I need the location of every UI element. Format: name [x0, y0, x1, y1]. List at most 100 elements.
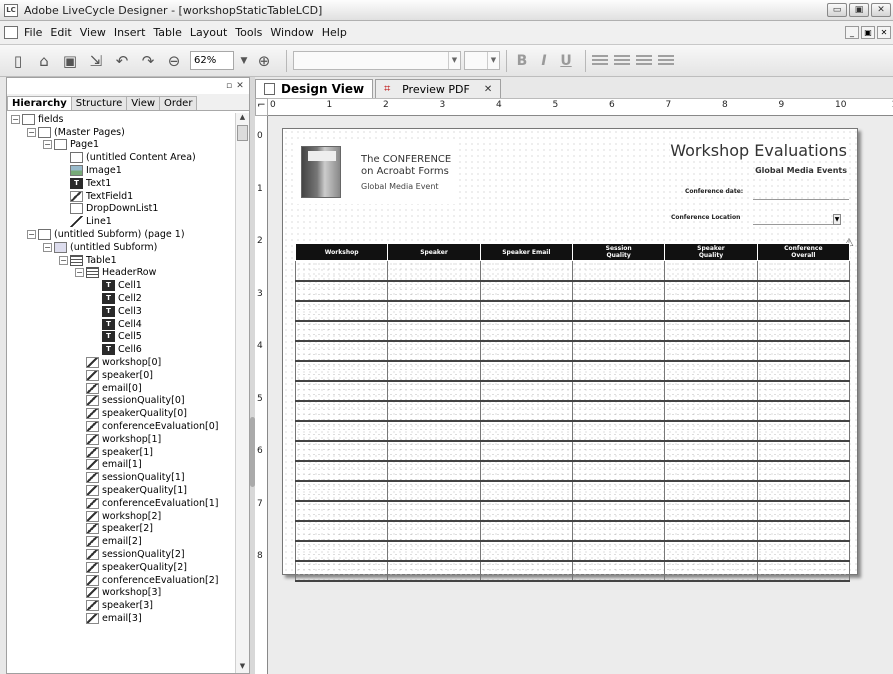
table-cell-field[interactable]: [664, 340, 758, 362]
tree-item[interactable]: email[1]: [7, 459, 235, 472]
table-cell-field[interactable]: [756, 380, 851, 402]
tree-item[interactable]: workshop[2]: [7, 510, 235, 523]
table-cell-field[interactable]: [294, 300, 389, 322]
table-cell-field[interactable]: [387, 380, 481, 402]
table-cell-field[interactable]: [479, 360, 573, 382]
table-cell-field[interactable]: [756, 420, 851, 442]
table-cell-field[interactable]: [387, 420, 481, 442]
table-cell-field[interactable]: [479, 300, 573, 322]
redo-icon[interactable]: ↷: [138, 51, 158, 71]
table-cell-field[interactable]: [664, 440, 758, 462]
tree-scrollbar[interactable]: ▲ ▼: [235, 113, 249, 673]
table-cell-field[interactable]: [294, 400, 389, 422]
zoom-dropdown-icon[interactable]: ▼: [234, 51, 254, 71]
table-cell-field[interactable]: [294, 260, 389, 282]
table-cell-field[interactable]: [571, 460, 666, 482]
tree-item[interactable]: conferenceEvaluation[2]: [7, 574, 235, 587]
tree-item[interactable]: speaker[2]: [7, 523, 235, 536]
table-cell-field[interactable]: [294, 340, 389, 362]
table-cell-field[interactable]: [664, 380, 758, 402]
table-header-cell[interactable]: Speaker Quality: [664, 243, 758, 261]
table-cell-field[interactable]: [571, 340, 666, 362]
table-cell-field[interactable]: [294, 500, 389, 522]
table-cell-field[interactable]: [571, 280, 666, 302]
table-cell-field[interactable]: [756, 460, 851, 482]
table-cell-field[interactable]: [479, 280, 573, 302]
tree-item[interactable]: speakerQuality[1]: [7, 484, 235, 497]
tree-item[interactable]: − (untitled Subform) (page 1): [7, 228, 235, 241]
tree-item[interactable]: − fields: [7, 113, 235, 126]
table-cell-field[interactable]: [387, 500, 481, 522]
tree-item[interactable]: speaker[0]: [7, 369, 235, 382]
menu-help[interactable]: Help: [322, 26, 347, 39]
table-cell-field[interactable]: [664, 540, 758, 562]
zoom-out-icon[interactable]: ⊖: [164, 51, 184, 71]
table-cell-field[interactable]: [571, 260, 666, 282]
conference-location-field[interactable]: [753, 224, 837, 225]
doc-close-button[interactable]: ✕: [877, 26, 891, 39]
table-cell-field[interactable]: [294, 440, 389, 462]
table-cell-field[interactable]: [479, 340, 573, 362]
tree-expand-icon[interactable]: −: [59, 255, 68, 265]
tree-item[interactable]: workshop[1]: [7, 433, 235, 446]
table-cell-field[interactable]: [479, 520, 573, 542]
tree-item[interactable]: sessionQuality[2]: [7, 548, 235, 561]
table-cell-field[interactable]: [571, 480, 666, 502]
table-cell-field[interactable]: [756, 360, 851, 382]
tree-item[interactable]: DropDownList1: [7, 203, 235, 216]
table-cell-field[interactable]: [571, 360, 666, 382]
tree-item[interactable]: workshop[3]: [7, 586, 235, 599]
table-cell-field[interactable]: [479, 460, 573, 482]
tree-item[interactable]: T Cell4: [7, 318, 235, 331]
ruler-corner[interactable]: ⌐: [255, 98, 268, 116]
table-cell-field[interactable]: [571, 560, 666, 582]
zoom-level-field[interactable]: 62%: [190, 51, 234, 70]
menu-layout[interactable]: Layout: [190, 26, 227, 39]
table-cell-field[interactable]: [571, 420, 666, 442]
table-cell-field[interactable]: [664, 460, 758, 482]
conference-location-label[interactable]: Conference Location: [671, 214, 740, 221]
table-cell-field[interactable]: [571, 300, 666, 322]
tab-hierarchy[interactable]: Hierarchy: [7, 96, 72, 110]
table-cell-field[interactable]: [387, 540, 481, 562]
align-right-icon[interactable]: [636, 54, 652, 67]
align-left-icon[interactable]: [592, 54, 608, 67]
tree-item[interactable]: Line1: [7, 215, 235, 228]
tree-item[interactable]: − (Master Pages): [7, 126, 235, 139]
table-cell-field[interactable]: [664, 520, 758, 542]
zoom-in-icon[interactable]: ⊕: [254, 51, 274, 71]
menu-edit[interactable]: Edit: [50, 26, 71, 39]
menu-file[interactable]: File: [24, 26, 42, 39]
table-cell-field[interactable]: [294, 420, 389, 442]
table-cell-field[interactable]: [294, 540, 389, 562]
table-cell-field[interactable]: [479, 420, 573, 442]
conference-date-field[interactable]: [753, 199, 849, 200]
table-cell-field[interactable]: [479, 540, 573, 562]
tree-item[interactable]: speaker[1]: [7, 446, 235, 459]
design-canvas[interactable]: The CONFERENCE on Acroabt Forms Global M…: [268, 116, 893, 674]
tree-expand-icon[interactable]: −: [75, 268, 84, 278]
underline-icon[interactable]: U: [557, 53, 575, 69]
tree-item[interactable]: T Cell1: [7, 279, 235, 292]
table-cell-field[interactable]: [479, 500, 573, 522]
scroll-down-icon[interactable]: ▼: [236, 662, 249, 673]
tab-order[interactable]: Order: [159, 96, 198, 110]
menu-tools[interactable]: Tools: [235, 26, 262, 39]
form-page[interactable]: The CONFERENCE on Acroabt Forms Global M…: [282, 128, 858, 582]
conference-location-dropdown[interactable]: ▼: [833, 214, 841, 225]
table-header-cell[interactable]: Workshop: [294, 243, 389, 261]
tree-expand-icon[interactable]: −: [27, 230, 36, 240]
table-cell-field[interactable]: [387, 460, 481, 482]
align-center-icon[interactable]: [614, 54, 630, 67]
undo-icon[interactable]: ↶: [112, 51, 132, 71]
scroll-thumb[interactable]: [237, 125, 248, 141]
table-cell-field[interactable]: [664, 280, 758, 302]
table-cell-field[interactable]: [387, 280, 481, 302]
table-cell-field[interactable]: [479, 380, 573, 402]
close-tab-icon[interactable]: ✕: [484, 84, 492, 95]
bold-icon[interactable]: B: [513, 53, 531, 69]
tree-item[interactable]: email[0]: [7, 382, 235, 395]
table-cell-field[interactable]: [294, 460, 389, 482]
tree-item[interactable]: sessionQuality[1]: [7, 471, 235, 484]
menu-table[interactable]: Table: [153, 26, 181, 39]
